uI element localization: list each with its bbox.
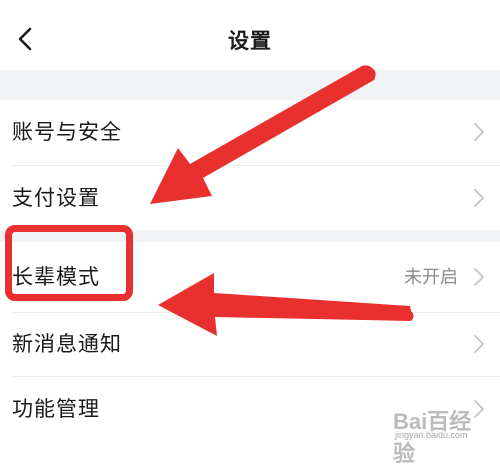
navigation-bar: 设置 [0,0,500,70]
chevron-right-icon [474,400,484,418]
chevron-right-icon [474,189,484,207]
settings-item-label: 账号与安全 [12,120,122,144]
settings-item-new-message-notifications[interactable]: 新消息通知 [0,313,500,376]
page-title: 设置 [228,29,272,53]
settings-item-label: 新消息通知 [12,332,122,356]
settings-item-label: 功能管理 [12,397,100,421]
elder-mode-status: 未开启 [404,267,458,288]
settings-item-label: 支付设置 [12,186,100,210]
section-divider [0,70,500,100]
chevron-right-icon [474,123,484,141]
settings-item-account-security[interactable]: 账号与安全 [0,100,500,165]
chevron-right-icon [474,268,484,286]
highlight-box [5,225,133,301]
settings-item-feature-management[interactable]: 功能管理 [0,377,500,446]
settings-item-payment[interactable]: 支付设置 [0,166,500,230]
chevron-right-icon [474,335,484,353]
